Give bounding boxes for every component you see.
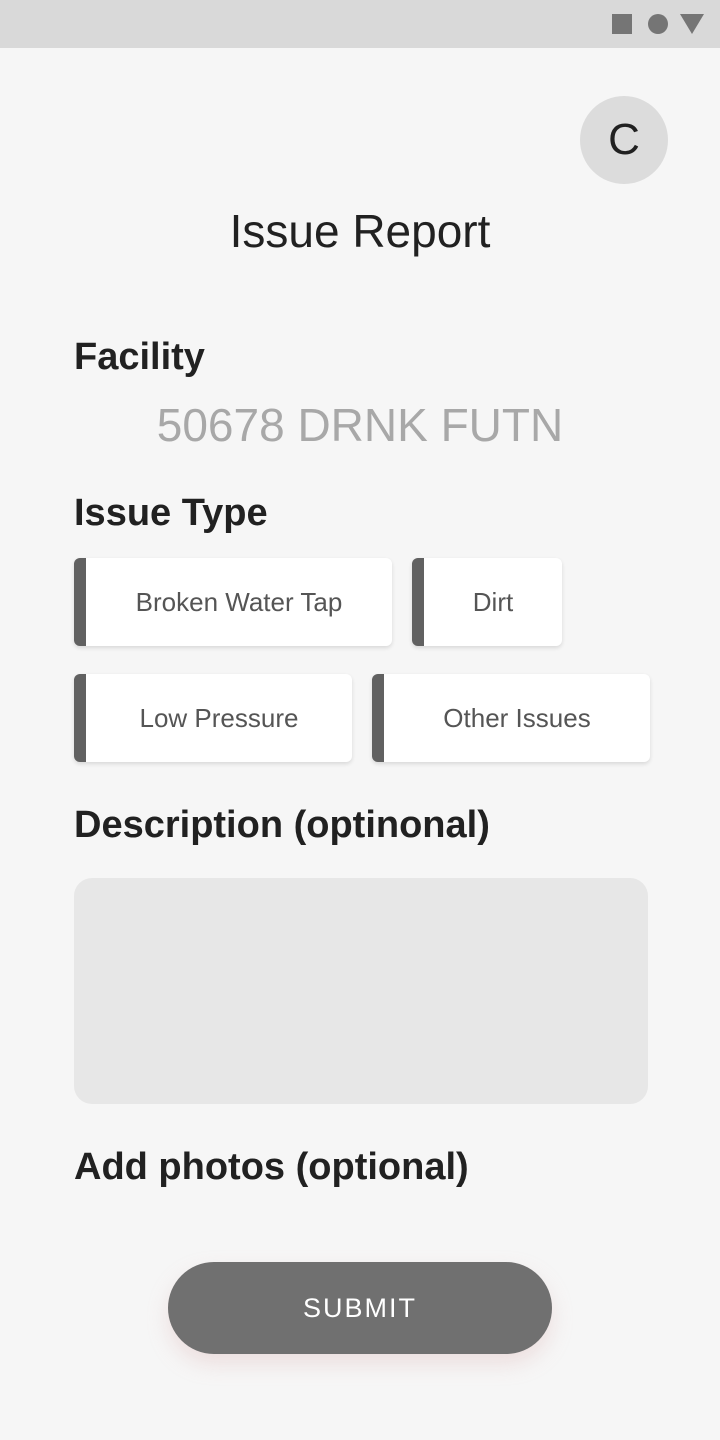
chip-label: Low Pressure	[139, 702, 299, 733]
submit-button[interactable]: SUBMIT	[168, 1262, 552, 1354]
issue-chip-low-pressure[interactable]: Low Pressure	[74, 674, 352, 762]
description-input[interactable]	[74, 878, 648, 1104]
triangle-icon	[680, 14, 704, 34]
page-title: Issue Report	[229, 205, 491, 257]
facility-label: Facility	[74, 336, 205, 378]
issue-chip-dirt[interactable]: Dirt	[412, 558, 562, 646]
avatar[interactable]: C	[580, 96, 668, 184]
chip-label: Dirt	[472, 586, 514, 617]
issue-type-label: Issue Type	[74, 492, 268, 534]
add-photos-label[interactable]: Add photos (optional)	[74, 1146, 469, 1189]
avatar-initial: C	[608, 115, 640, 164]
issue-chip-broken-water-tap[interactable]: Broken Water Tap	[74, 558, 392, 646]
circle-icon	[648, 14, 668, 34]
chip-label: Broken Water Tap	[135, 586, 343, 617]
chip-label: Other Issues	[443, 702, 591, 733]
issue-chip-other-issues[interactable]: Other Issues	[372, 674, 650, 762]
status-bar	[0, 0, 720, 48]
square-icon	[612, 14, 632, 34]
facility-value: 50678 DRNK FUTN	[156, 399, 564, 451]
description-label: Description (optinonal)	[74, 804, 490, 846]
